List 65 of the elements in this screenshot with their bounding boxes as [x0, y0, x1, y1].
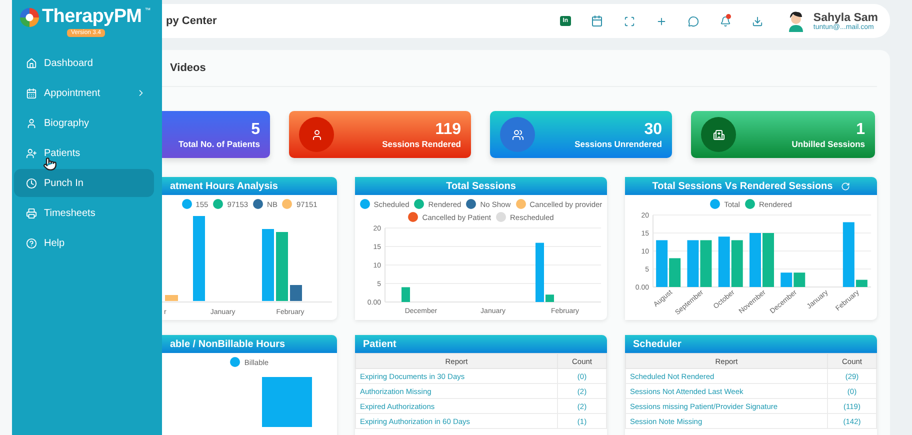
stat-icon — [512, 128, 524, 140]
chart-bar — [687, 240, 699, 287]
chart-bar — [165, 295, 178, 301]
chart-bar — [262, 229, 274, 301]
chart-bar — [536, 242, 544, 302]
avatar[interactable] — [787, 10, 806, 32]
bell-icon[interactable] — [720, 16, 731, 26]
chart-bar — [780, 272, 792, 287]
chart-bar — [700, 240, 712, 287]
card-title: Total Sessions — [355, 177, 607, 195]
refresh-icon[interactable] — [840, 182, 850, 190]
menu-icon — [26, 178, 37, 188]
menu-icon — [26, 238, 37, 248]
stat-value: 5 — [251, 120, 260, 138]
card-title: able / NonBillable Hours — [162, 335, 337, 353]
sidebar-item[interactable]: Help — [14, 229, 154, 257]
menu-icon — [26, 118, 37, 128]
stat-card[interactable]: 119 Sessions Rendered — [289, 111, 471, 158]
app-logo-text: TherapyPM — [42, 6, 142, 28]
stat-value: 119 — [435, 120, 461, 138]
chart-bar — [290, 285, 302, 301]
sidebar-item[interactable]: Punch In — [14, 169, 154, 197]
stat-card[interactable]: 5 Total No. of Patients — [162, 111, 270, 158]
chart-bar — [402, 287, 410, 302]
stat-card[interactable]: 1 Unbilled Sessions — [691, 111, 875, 158]
menu-icon — [26, 208, 37, 218]
stat-card[interactable]: 30 Sessions Unrendered — [490, 111, 672, 158]
stat-label: Total No. of Patients — [178, 138, 260, 148]
chart-bar — [750, 233, 761, 287]
menu-icon — [26, 58, 37, 68]
menu-icon — [26, 148, 37, 158]
page-title: py Center — [166, 15, 218, 27]
sidebar-item[interactable]: Appointment — [14, 79, 154, 107]
chart-bar — [262, 377, 312, 427]
calendar-icon[interactable] — [591, 15, 604, 27]
chart-bar — [731, 240, 743, 287]
chart-bar — [762, 233, 774, 287]
chart-bar — [794, 272, 806, 287]
card-title: atment Hours Analysis — [162, 177, 337, 195]
stat-value: 30 — [644, 120, 662, 138]
stat-icon — [310, 128, 322, 140]
download-icon[interactable] — [752, 16, 763, 26]
chart-bar — [546, 294, 554, 302]
fullscreen-icon[interactable] — [624, 16, 635, 26]
stat-label: Unbilled Sessions — [792, 138, 865, 148]
stat-label: Sessions Rendered — [382, 138, 461, 148]
hand-cursor-icon — [43, 157, 57, 171]
user-name: Sahyla Sam — [813, 12, 878, 24]
sidebar-item[interactable]: Biography — [14, 109, 154, 137]
card-title: Patient — [355, 335, 607, 353]
section-title: Videos — [170, 62, 206, 74]
chart-bar — [718, 236, 730, 287]
stat-value: 1 — [856, 120, 865, 138]
menu-icon — [26, 88, 37, 98]
card-title: Scheduler — [625, 335, 877, 353]
card-title: Total Sessions Vs Rendered Sessions — [625, 177, 877, 195]
stat-label: Sessions Unrendered — [574, 138, 662, 148]
sidebar-item[interactable]: Timesheets — [14, 199, 154, 227]
stat-icon — [712, 128, 724, 140]
chart-bar — [276, 232, 288, 301]
sidebar-item[interactable]: Dashboard — [14, 49, 154, 77]
sidebar-item[interactable]: Patients — [14, 139, 154, 167]
logo-icon — [20, 8, 39, 26]
chat-icon[interactable] — [688, 16, 699, 26]
plus-icon[interactable] — [656, 16, 667, 26]
